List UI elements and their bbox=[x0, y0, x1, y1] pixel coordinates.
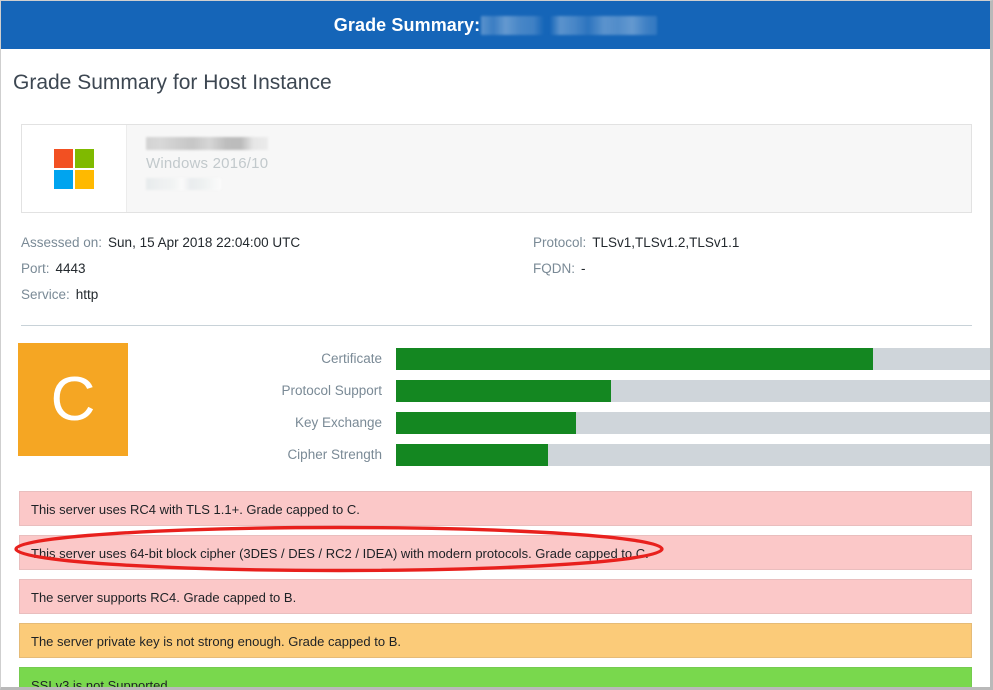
host-info: Windows 2016/10 bbox=[127, 125, 971, 212]
score-bar-fill bbox=[396, 411, 576, 434]
host-logo-cell bbox=[22, 125, 127, 212]
meta-row-port: Port: 4443 bbox=[21, 256, 533, 282]
meta-label-assessed-on: Assessed on: bbox=[21, 235, 103, 250]
score-bars: Certificate Protocol Support Key Exchange C… bbox=[128, 343, 990, 474]
meta-value-fqdn: - bbox=[581, 261, 586, 276]
score-bar-label: Key Exchange bbox=[294, 415, 382, 430]
alert-message: The server private key is not strong eno… bbox=[19, 623, 972, 658]
alert-message: SSLv3 is not Supported. bbox=[19, 667, 972, 687]
windows-logo-square-blue bbox=[54, 169, 73, 189]
score-bar-row: Cipher Strength bbox=[128, 442, 990, 467]
meta-value-assessed-on: Sun, 15 Apr 2018 22:04:00 UTC bbox=[108, 235, 301, 250]
windows-logo-square-red bbox=[54, 148, 73, 168]
os-name: Windows 2016/10 bbox=[146, 155, 269, 172]
meta-value-protocol: TLSv1,TLSv1.2,TLSv1.1 bbox=[592, 235, 740, 250]
redacted-hostname-title bbox=[481, 15, 658, 35]
meta-label-service: Service: bbox=[21, 287, 70, 302]
score-bar-fill bbox=[396, 379, 611, 402]
windows-logo-icon bbox=[54, 148, 94, 189]
meta-value-port: 4443 bbox=[55, 261, 86, 276]
redacted-hostname bbox=[146, 137, 268, 150]
assessment-metadata: Assessed on: Sun, 15 Apr 2018 22:04:00 UT… bbox=[21, 230, 972, 326]
meta-label-fqdn: FQDN: bbox=[533, 261, 575, 276]
alert-message: This server uses 64-bit block cipher (3D… bbox=[19, 535, 972, 570]
grade-badge: C bbox=[18, 343, 128, 456]
host-info-card: Windows 2016/10 bbox=[21, 124, 972, 213]
score-bar-label: Cipher Strength bbox=[287, 447, 382, 462]
score-bar-row: Protocol Support bbox=[128, 378, 990, 403]
score-bar-track bbox=[396, 411, 990, 434]
score-bar-fill bbox=[396, 443, 549, 466]
metadata-column-right: Protocol: TLSv1,TLSv1.2,TLSv1.1 FQDN: - bbox=[533, 230, 739, 308]
meta-label-port: Port: bbox=[21, 261, 50, 276]
meta-row-protocol: Protocol: TLSv1,TLSv1.2,TLSv1.1 bbox=[533, 230, 739, 256]
meta-row-fqdn: FQDN: - bbox=[533, 256, 739, 282]
window-title: Grade Summary: bbox=[333, 14, 481, 35]
score-bar-track bbox=[396, 443, 990, 466]
meta-row-assessed-on: Assessed on: Sun, 15 Apr 2018 22:04:00 UT… bbox=[21, 230, 533, 256]
score-bar-label: Certificate bbox=[321, 351, 382, 366]
score-bar-fill bbox=[396, 347, 874, 370]
grade-section: C Certificate Protocol Support Key Exchang… bbox=[1, 343, 990, 474]
window-titlebar: Grade Summary: bbox=[1, 1, 990, 49]
score-bar-row: Key Exchange bbox=[128, 410, 990, 435]
score-bar-track bbox=[396, 347, 990, 370]
alert-message: This server uses RC4 with TLS 1.1+. Grad… bbox=[19, 491, 972, 526]
meta-row-service: Service: http bbox=[21, 282, 533, 308]
windows-logo-square-green bbox=[75, 148, 94, 168]
meta-value-service: http bbox=[75, 287, 99, 302]
alerts-list: This server uses RC4 with TLS 1.1+. Grad… bbox=[14, 491, 972, 687]
redacted-host-detail bbox=[146, 178, 221, 190]
grade-summary-page: Grade Summary: Grade Summary for Host In… bbox=[0, 0, 993, 690]
score-bar-track bbox=[396, 379, 990, 402]
page-title: Grade Summary for Host Instance bbox=[13, 71, 332, 94]
meta-label-protocol: Protocol: bbox=[533, 235, 587, 250]
score-bar-row: Certificate bbox=[128, 346, 990, 371]
windows-logo-square-yellow bbox=[75, 169, 94, 189]
score-bar-label: Protocol Support bbox=[281, 383, 382, 398]
metadata-column-left: Assessed on: Sun, 15 Apr 2018 22:04:00 UT… bbox=[21, 230, 533, 308]
alert-message: The server supports RC4. Grade capped to… bbox=[19, 579, 972, 614]
